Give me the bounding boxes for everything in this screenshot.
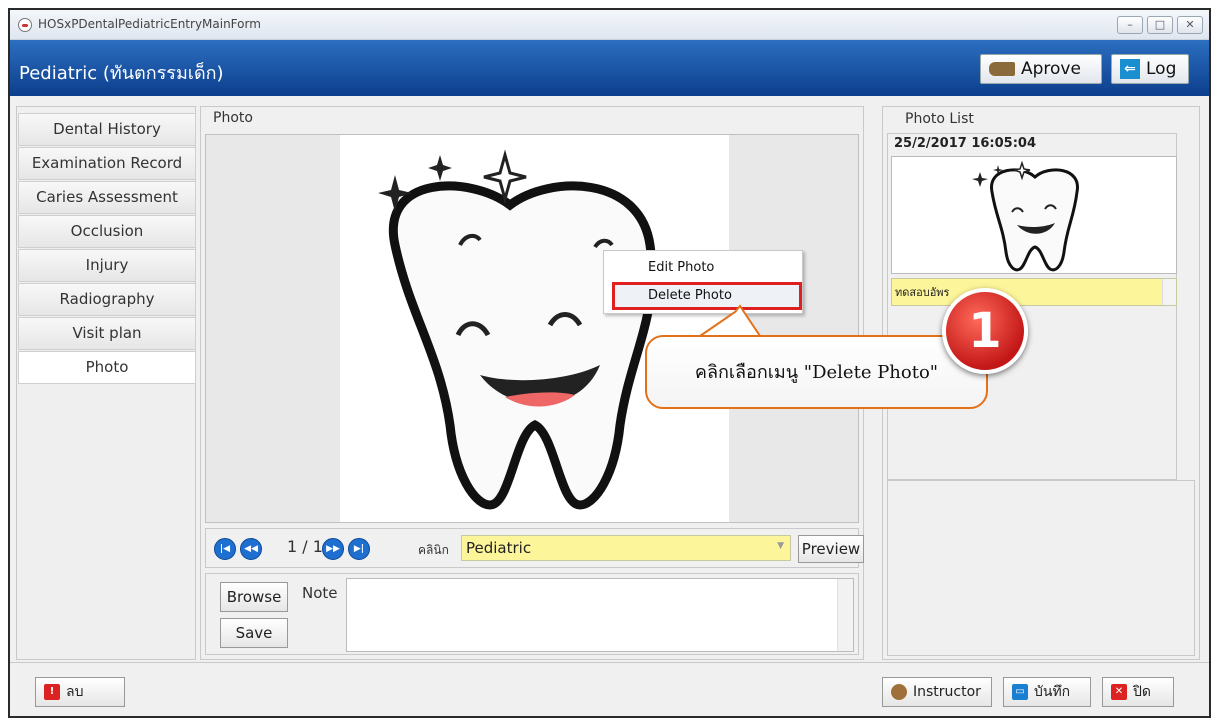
- callout-text: คลิกเลือกเมนู "Delete Photo": [694, 362, 939, 383]
- save-label: บันทึก: [1034, 684, 1071, 700]
- save-button[interactable]: ▭ บันทึก: [1003, 677, 1091, 707]
- tooth-thumbnail-illustration: [972, 160, 1079, 272]
- aprove-button[interactable]: Aprove: [980, 54, 1102, 84]
- tab-dental-history[interactable]: Dental History: [18, 113, 196, 146]
- floppy-icon: ▭: [1012, 684, 1028, 700]
- clinic-select-value: Pediatric: [466, 539, 532, 557]
- menu-item-delete-photo[interactable]: Delete Photo: [612, 282, 802, 310]
- photo-list-empty-area: [887, 480, 1195, 656]
- tab-photo[interactable]: Photo: [18, 351, 196, 384]
- tab-occlusion[interactable]: Occlusion: [18, 215, 196, 248]
- delete-label: ลบ: [66, 684, 84, 700]
- tab-injury[interactable]: Injury: [18, 249, 196, 282]
- tooth-photo[interactable]: [340, 135, 729, 522]
- maximize-button[interactable]: □: [1147, 16, 1173, 34]
- window-title: HOSxPDentalPediatricEntryMainForm: [38, 17, 261, 31]
- prev-photo-icon[interactable]: ◀◀: [240, 538, 262, 560]
- instructor-label: Instructor: [913, 684, 981, 700]
- handshake-icon: [989, 62, 1015, 76]
- note-scrollbar[interactable]: [837, 579, 853, 651]
- log-icon: ⇐: [1120, 59, 1140, 79]
- delete-button[interactable]: ! ลบ: [35, 677, 125, 707]
- tab-visit-plan[interactable]: Visit plan: [18, 317, 196, 350]
- clinic-select[interactable]: Pediatric ▼: [461, 535, 791, 561]
- aprove-label: Aprove: [1021, 59, 1081, 79]
- browse-button[interactable]: Browse: [220, 582, 288, 612]
- close-label: ปิด: [1133, 684, 1151, 700]
- photo-navigator: |◀ ◀◀ 1 / 1 ▶▶ ▶| คลินิก Pediatric ▼ Pre…: [205, 528, 864, 568]
- instruction-callout: คลิกเลือกเมนู "Delete Photo": [645, 335, 988, 409]
- window-controls: – □ ✕: [1117, 16, 1203, 34]
- page-title: Pediatric (ทันตกรรมเด็ก): [19, 63, 224, 84]
- next-photo-icon[interactable]: ▶▶: [322, 538, 344, 560]
- tab-examination-record[interactable]: Examination Record: [18, 147, 196, 180]
- note-section: Browse Save Note: [205, 573, 859, 655]
- photo-page-counter: 1 / 1: [287, 537, 323, 556]
- photo-datetime: 25/2/2017 16:05:04: [894, 136, 1037, 151]
- photo-thumbnail[interactable]: [891, 156, 1177, 274]
- user-icon: [891, 684, 907, 700]
- note-textarea[interactable]: [346, 578, 854, 652]
- clinic-label: คลินิก: [418, 543, 449, 557]
- close-icon: ✕: [1111, 684, 1127, 700]
- first-photo-icon[interactable]: |◀: [214, 538, 236, 560]
- close-window-button[interactable]: ✕: [1177, 16, 1203, 34]
- footer-bar: ! ลบ Instructor ▭ บันทึก ✕ ปิด: [10, 662, 1209, 716]
- menu-item-edit-photo[interactable]: Edit Photo: [604, 254, 802, 282]
- step-number-badge: 1: [942, 288, 1028, 374]
- chevron-down-icon: ▼: [777, 541, 784, 551]
- form-header: Pediatric (ทันตกรรมเด็ก) Aprove ⇐ Log: [10, 40, 1209, 96]
- photo-panel-title: Photo: [213, 110, 253, 126]
- app-icon: [18, 18, 32, 32]
- log-label: Log: [1146, 59, 1177, 79]
- tab-caries-assessment[interactable]: Caries Assessment: [18, 181, 196, 214]
- note-label: Note: [302, 584, 338, 602]
- save-photo-button[interactable]: Save: [220, 618, 288, 648]
- preview-button[interactable]: Preview: [798, 535, 864, 563]
- photo-note-scrollbar[interactable]: [1162, 279, 1176, 305]
- context-menu: Edit Photo Delete Photo: [603, 250, 803, 314]
- main-window: HOSxPDentalPediatricEntryMainForm – □ ✕ …: [8, 8, 1211, 718]
- last-photo-icon[interactable]: ▶|: [348, 538, 370, 560]
- close-button[interactable]: ✕ ปิด: [1102, 677, 1174, 707]
- minimize-button[interactable]: –: [1117, 16, 1143, 34]
- photo-list-title: Photo List: [905, 111, 974, 127]
- title-bar: HOSxPDentalPediatricEntryMainForm – □ ✕: [10, 10, 1209, 40]
- tooth-illustration: [378, 149, 657, 510]
- photo-viewer[interactable]: [205, 134, 859, 523]
- delete-icon: !: [44, 684, 60, 700]
- photo-note-text: ทดสอบอัพร: [895, 286, 950, 299]
- instructor-button[interactable]: Instructor: [882, 677, 992, 707]
- log-button[interactable]: ⇐ Log: [1111, 54, 1189, 84]
- section-tabs: Dental History Examination Record Caries…: [16, 106, 196, 660]
- photo-note-field[interactable]: ทดสอบอัพร: [891, 278, 1177, 306]
- photo-list: 25/2/2017 16:05:04 ทดสอบอัพร: [887, 133, 1177, 480]
- tab-radiography[interactable]: Radiography: [18, 283, 196, 316]
